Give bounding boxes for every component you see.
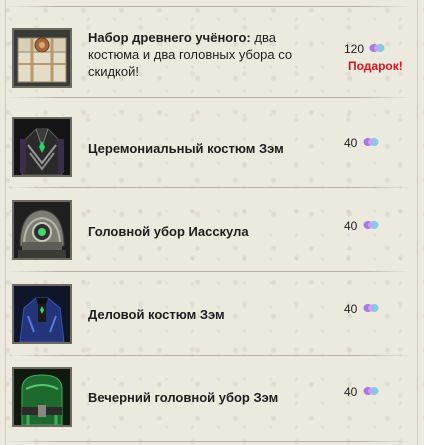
item-title-bold: Деловой костюм Зэм bbox=[88, 307, 225, 322]
divider bbox=[8, 97, 412, 98]
shop-item-row[interactable]: Деловой костюм Зэм 40 bbox=[0, 271, 424, 355]
shop-item-row[interactable]: Вечерний головной убор Зэм 40 bbox=[0, 357, 424, 441]
item-price: 40 bbox=[344, 218, 420, 236]
item-title-bold: Набор древнего учёного: bbox=[88, 30, 251, 45]
ceremonial-costume-icon[interactable] bbox=[12, 117, 72, 177]
item-price: 120 bbox=[344, 41, 420, 59]
price-value: 40 bbox=[344, 384, 358, 399]
price-value: 40 bbox=[344, 218, 358, 233]
business-suit-icon[interactable] bbox=[12, 284, 72, 344]
item-title-bold: Вечерний головной убор Зэм bbox=[88, 390, 279, 405]
item-price: 40 bbox=[344, 301, 420, 319]
price-value: 120 bbox=[344, 41, 365, 56]
gem-currency-icon bbox=[363, 385, 379, 399]
item-title-bold: Головной убор Иасскула bbox=[88, 224, 249, 239]
price-value: 40 bbox=[344, 301, 358, 316]
item-title[interactable]: Деловой костюм Зэм bbox=[88, 306, 323, 323]
evening-headgear-icon[interactable] bbox=[12, 367, 72, 427]
divider bbox=[8, 6, 412, 7]
divider bbox=[8, 355, 412, 356]
price-value: 40 bbox=[344, 135, 358, 150]
gem-currency-icon bbox=[363, 302, 379, 316]
shop-item-row[interactable]: Церемониальный костюм Зэм 40 bbox=[0, 100, 424, 184]
gift-badge: Подарок! bbox=[348, 59, 403, 73]
item-price: 40 bbox=[344, 135, 420, 153]
item-title[interactable]: Церемониальный костюм Зэм bbox=[88, 140, 323, 157]
item-title[interactable]: Головной убор Иасскула bbox=[88, 223, 323, 240]
item-price: 40 bbox=[344, 384, 420, 402]
shop-item-row[interactable]: Головной убор Иасскула 40 bbox=[0, 186, 424, 270]
item-title-bold: Церемониальный костюм Зэм bbox=[88, 141, 284, 156]
item-title[interactable]: Набор древнего учёного: два костюма и дв… bbox=[88, 29, 323, 80]
gem-currency-icon bbox=[363, 219, 379, 233]
item-title[interactable]: Вечерний головной убор Зэм bbox=[88, 389, 323, 406]
divider bbox=[8, 441, 412, 442]
shop-item-row[interactable]: Набор древнего учёного: два костюма и дв… bbox=[0, 10, 424, 94]
shop-item-list: Набор древнего учёного: два костюма и дв… bbox=[0, 0, 424, 445]
gem-currency-icon bbox=[369, 42, 385, 56]
helmet-icon[interactable] bbox=[12, 200, 72, 260]
treasure-chest-icon[interactable] bbox=[12, 28, 72, 88]
gem-currency-icon bbox=[363, 136, 379, 150]
